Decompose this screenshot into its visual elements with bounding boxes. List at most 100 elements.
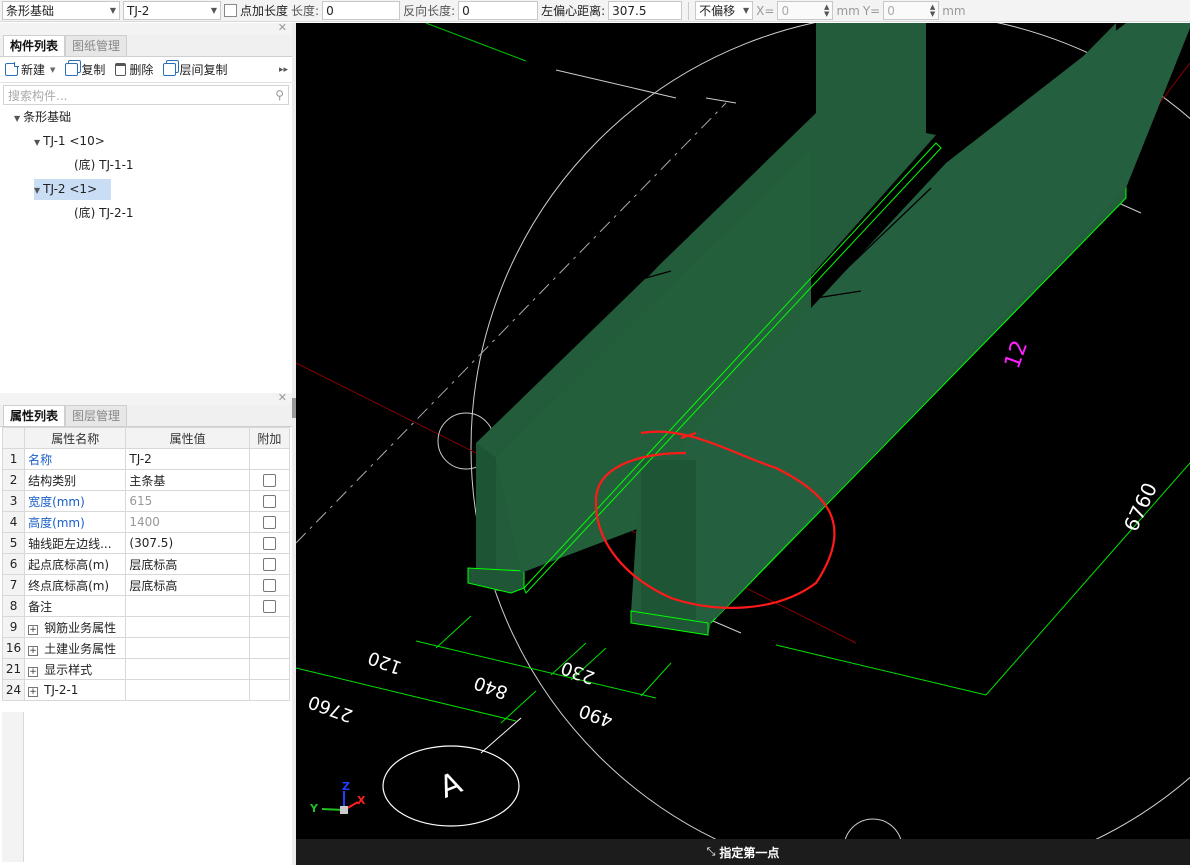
chevron-down-icon: ▼ xyxy=(109,6,116,15)
axis-leader-line xyxy=(480,717,522,754)
floor-copy-button[interactable]: 层间复制 xyxy=(163,61,227,78)
mm-unit: mm xyxy=(836,3,860,18)
prop-name: 起点底标高(m) xyxy=(24,553,127,575)
dimension-line xyxy=(425,23,527,62)
dimension-line xyxy=(775,644,987,696)
type-select-value: 条形基础 xyxy=(6,4,55,18)
extra-checkbox[interactable] xyxy=(262,516,276,529)
prop-value[interactable]: 层底标高 xyxy=(125,574,250,596)
extra-checkbox[interactable] xyxy=(262,600,276,613)
point-length-label: 点加长度 xyxy=(240,4,289,18)
prop-extra xyxy=(248,595,291,617)
offset-select[interactable]: 不偏移 ▼ xyxy=(695,1,754,20)
new-button[interactable]: 新建 ▼ xyxy=(5,61,55,78)
expand-plus-icon[interactable]: + xyxy=(28,645,39,656)
search-input[interactable]: 搜索构件... ⚲ xyxy=(3,85,289,105)
new-label: 新建 xyxy=(21,63,46,77)
x-input[interactable]: 0 ▲ ▼ xyxy=(777,1,834,20)
panel-header: ✕ xyxy=(0,391,292,405)
y-label: Y= xyxy=(862,3,881,18)
y-axis-label: Y xyxy=(309,802,319,815)
row-num: 8 xyxy=(1,595,26,617)
prop-value[interactable]: 主条基 xyxy=(125,469,250,491)
component-tabs: 构件列表 图纸管理 xyxy=(0,35,292,57)
y-value: 0 xyxy=(887,3,895,18)
reverse-length-input[interactable]: 0 xyxy=(458,1,539,20)
length-input[interactable]: 0 xyxy=(322,1,401,20)
delete-button[interactable]: 删除 xyxy=(115,61,153,78)
tab-drawing-management[interactable]: 图纸管理 xyxy=(65,35,128,56)
tree-node-tj1-1[interactable]: (底) TJ-1-1 xyxy=(74,155,134,176)
prop-extra xyxy=(248,490,291,512)
row-num: 24 xyxy=(1,679,26,701)
spinner-icon[interactable]: ▲ ▼ xyxy=(824,3,829,18)
floor-copy-label: 层间复制 xyxy=(179,63,228,77)
prop-extra xyxy=(248,469,291,491)
spinner-icon[interactable]: ▲ ▼ xyxy=(930,3,935,18)
property-table: 属性名称 属性值 附加 1 名称 TJ-2 2 结构类别 主条基 3 宽度(mm) 615 … xyxy=(1,427,291,701)
close-icon[interactable]: ✕ xyxy=(278,21,287,34)
expand-plus-icon[interactable]: + xyxy=(28,687,39,697)
table-header-extra: 附加 xyxy=(248,427,291,449)
cad-canvas[interactable]: A 120 840 230 490 2760 6760 12 Z X Y xyxy=(296,23,1190,865)
extra-checkbox[interactable] xyxy=(262,474,276,487)
tab-property-list[interactable]: 属性列表 xyxy=(3,405,66,426)
tree-node-strip-foundation[interactable]: ▼ 条形基础 xyxy=(14,107,71,128)
cursor-icon: ⤡ xyxy=(706,845,716,858)
3d-viewport[interactable]: A 120 840 230 490 2760 6760 12 Z X Y ⤡ 指… xyxy=(296,23,1190,865)
left-offset-input[interactable]: 307.5 xyxy=(608,1,683,20)
row-num: 5 xyxy=(1,532,26,554)
prop-value[interactable]: 层底标高 xyxy=(125,553,250,575)
tree-node-tj2-1[interactable]: (底) TJ-2-1 xyxy=(74,203,134,224)
dimension-label-2760: 2760 xyxy=(305,691,355,726)
table-row[interactable]: 21 + 显示样式 xyxy=(1,658,291,680)
tree-node-label: (底) TJ-1-1 xyxy=(74,158,134,172)
tab-component-list[interactable]: 构件列表 xyxy=(3,35,66,56)
table-row[interactable]: 4 高度(mm) 1400 xyxy=(1,511,291,533)
table-row[interactable]: 1 名称 TJ-2 xyxy=(1,448,291,470)
x-axis-label: X xyxy=(357,794,366,807)
prop-value[interactable]: 1400 xyxy=(125,511,250,533)
table-row[interactable]: 2 结构类别 主条基 xyxy=(1,469,291,491)
property-panel: ✕ 属性列表 图层管理 属性名称 属性值 附加 1 名称 TJ-2 2 结构类别 主条基… xyxy=(0,391,292,862)
expand-icon[interactable]: ▼ xyxy=(14,114,20,123)
table-row[interactable]: 7 终点底标高(m) 层底标高 xyxy=(1,574,291,596)
extra-checkbox[interactable] xyxy=(262,579,276,592)
tree-node-label: TJ-1 <10> xyxy=(43,134,105,148)
y-input[interactable]: 0 ▲ ▼ xyxy=(883,1,940,20)
table-row[interactable]: 8 备注 xyxy=(1,595,291,617)
tab-layer-management[interactable]: 图层管理 xyxy=(65,405,128,426)
extra-checkbox[interactable] xyxy=(262,537,276,550)
delete-label: 删除 xyxy=(129,63,154,77)
prop-value[interactable]: (307.5) xyxy=(125,532,250,554)
tree-node-tj2[interactable]: ▼ TJ-2 <1> xyxy=(34,179,112,200)
more-icon[interactable]: ▸▸ xyxy=(279,65,288,75)
grid-axis-line xyxy=(555,69,677,99)
close-icon[interactable]: ✕ xyxy=(278,391,287,404)
table-row[interactable]: 9 + 钢筋业务属性 xyxy=(1,616,291,638)
row-num: 6 xyxy=(1,553,26,575)
prop-value[interactable] xyxy=(125,595,250,617)
copy-button[interactable]: 复制 xyxy=(65,61,105,78)
expand-icon[interactable]: ▼ xyxy=(34,138,40,147)
table-row[interactable]: 3 宽度(mm) 615 xyxy=(1,490,291,512)
extra-checkbox[interactable] xyxy=(262,558,276,571)
point-length-checkbox[interactable] xyxy=(224,4,237,17)
prop-value[interactable]: 615 xyxy=(125,490,250,512)
table-row[interactable]: 5 轴线距左边线... (307.5) xyxy=(1,532,291,554)
table-header-num xyxy=(1,427,26,449)
prop-value[interactable]: TJ-2 xyxy=(125,448,250,470)
table-row[interactable]: 6 起点底标高(m) 层底标高 xyxy=(1,553,291,575)
row-num: 9 xyxy=(1,616,26,638)
expand-plus-icon[interactable]: + xyxy=(28,624,39,635)
tree-node-tj1[interactable]: ▼ TJ-1 <10> xyxy=(34,131,105,152)
expand-plus-icon[interactable]: + xyxy=(28,666,39,677)
component-select[interactable]: TJ-2 ▼ xyxy=(123,1,221,20)
table-row[interactable]: 16 + 土建业务属性 xyxy=(1,637,291,659)
beam-side-face xyxy=(476,443,496,571)
type-select[interactable]: 条形基础 ▼ xyxy=(2,1,120,20)
table-row[interactable]: 24 + TJ-2-1 xyxy=(1,679,291,701)
expand-icon[interactable]: ▼ xyxy=(34,186,40,195)
prop-group-label: TJ-2-1 xyxy=(44,683,79,697)
extra-checkbox[interactable] xyxy=(262,495,276,508)
